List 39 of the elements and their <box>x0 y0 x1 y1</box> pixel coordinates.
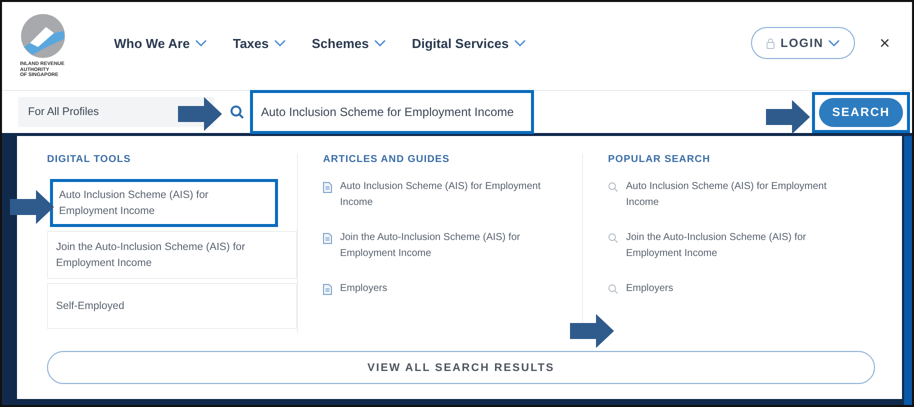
close-button[interactable]: × <box>875 32 894 54</box>
search-button[interactable]: SEARCH <box>819 98 903 126</box>
arrow-icon <box>10 190 54 224</box>
chevron-icon <box>828 39 840 47</box>
document-icon <box>323 182 332 193</box>
chevron-icon <box>274 39 286 47</box>
section-heading: ARTICLES AND GUIDES <box>323 154 451 165</box>
article-link[interactable]: Join the Auto-Inclusion Scheme (AIS) for Employment Income <box>340 230 557 262</box>
nav-link[interactable]: Schemes <box>312 36 386 50</box>
tool-link[interactable]: Auto Inclusion Scheme (AIS) for Employment Income <box>50 179 278 227</box>
popular-search-link[interactable]: Auto Inclusion Scheme (AIS) for Employment Income <box>626 179 847 211</box>
nav-link[interactable]: Who We Are <box>114 36 207 50</box>
tool-link[interactable]: Self-Employed <box>47 283 297 329</box>
section-heading: DIGITAL TOOLS <box>47 154 132 165</box>
search-icon <box>608 182 618 192</box>
search-icon <box>608 284 618 294</box>
chevron-icon <box>514 39 526 47</box>
login-button[interactable]: LOGIN <box>751 27 856 59</box>
logo-icon <box>20 13 66 60</box>
search-icon <box>230 105 244 119</box>
article-link[interactable]: Employers <box>340 281 388 297</box>
document-icon <box>323 284 332 295</box>
nav-link[interactable]: Taxes <box>232 36 286 50</box>
nav-link[interactable]: Digital Services <box>412 36 526 50</box>
arrow-icon <box>178 97 222 131</box>
document-icon <box>323 233 332 244</box>
lock-icon <box>766 38 776 48</box>
view-all-button[interactable]: VIEW ALL SEARCH RESULTS <box>47 351 875 384</box>
popular-search-link[interactable]: Join the Auto-Inclusion Scheme (AIS) for Employment Income <box>626 230 847 262</box>
article-link[interactable]: Auto Inclusion Scheme (AIS) for Employment Income <box>340 179 557 211</box>
popular-search-link[interactable]: Employers <box>626 281 674 297</box>
tool-link[interactable]: Join the Auto-Inclusion Scheme (AIS) for Employment Income <box>47 231 297 279</box>
arrow-icon <box>570 314 614 348</box>
search-icon <box>608 233 618 243</box>
chevron-icon <box>374 39 386 47</box>
chevron-icon <box>194 39 207 47</box>
section-heading: POPULAR SEARCH <box>608 154 712 165</box>
search-field[interactable]: Auto Inclusion Scheme for Employment Income <box>250 90 534 134</box>
arrow-icon <box>766 100 810 134</box>
